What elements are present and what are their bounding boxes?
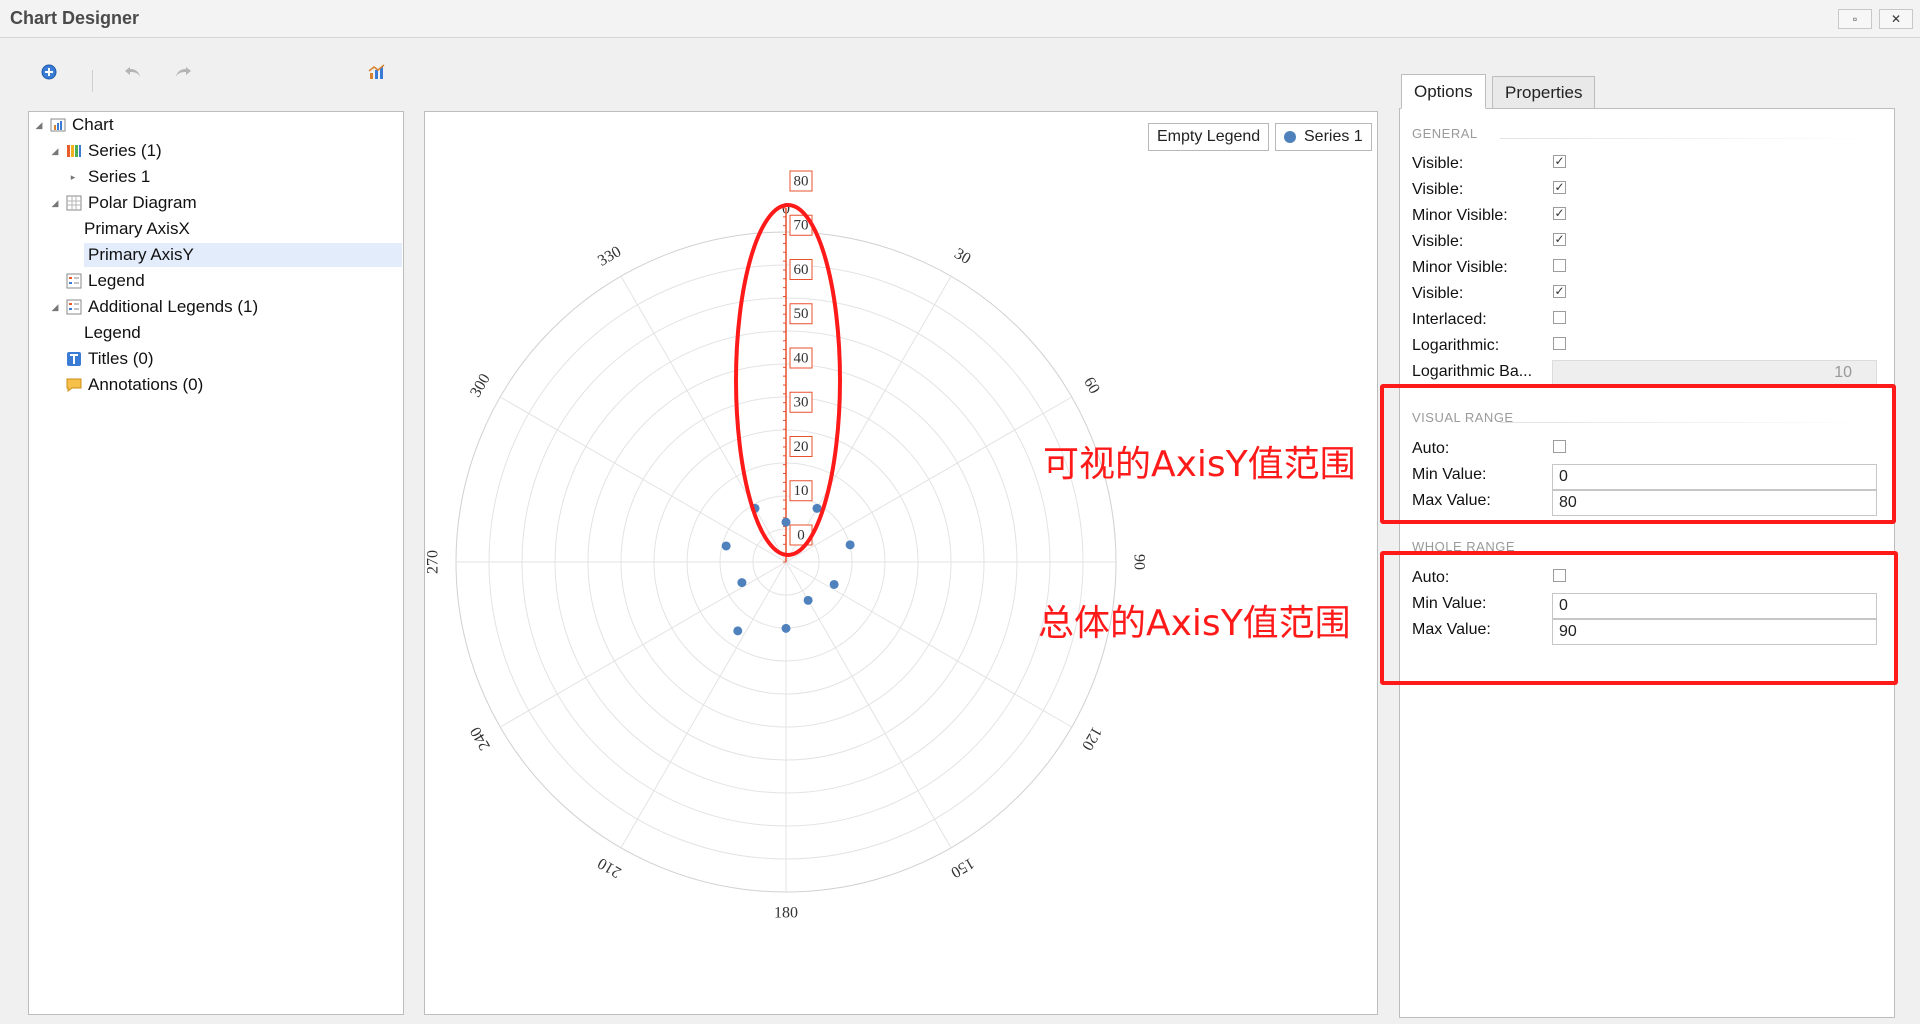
grid-spoke xyxy=(620,561,787,849)
radial-tick-label: 40 xyxy=(794,350,809,366)
minor-visible-checkbox[interactable]: ✓ xyxy=(1553,207,1566,220)
prop-label: Interlaced: xyxy=(1412,311,1487,328)
general-section-header: GENERAL xyxy=(1412,126,1478,138)
angle-tick-label: 240 xyxy=(467,724,494,753)
angle-tick-label: 90 xyxy=(1130,554,1147,570)
data-point xyxy=(845,540,855,550)
data-point xyxy=(781,623,791,633)
whole-range-header: WHOLE RANGE xyxy=(1412,539,1516,551)
visible-checkbox[interactable]: ✓ xyxy=(1553,285,1566,298)
radial-axis-highlight xyxy=(734,203,842,557)
tab-properties[interactable]: Properties xyxy=(1492,76,1596,109)
prop-label: Visible: xyxy=(1412,233,1464,250)
angle-tick-label: 180 xyxy=(774,905,798,922)
grid-spoke xyxy=(785,561,952,849)
data-point xyxy=(812,503,822,513)
prop-label: Logarithmic: xyxy=(1412,337,1500,354)
visual-range-highlight xyxy=(1380,384,1896,524)
radial-tick-label: 0 xyxy=(797,527,805,543)
logarithmic-base-input[interactable]: 10 xyxy=(1552,360,1877,386)
angle-tick-label: 30 xyxy=(951,245,973,268)
data-point xyxy=(733,626,743,636)
prop-label: Minor Visible: xyxy=(1412,207,1508,224)
radial-tick-label: 60 xyxy=(794,262,809,278)
angle-tick-label: 270 xyxy=(425,550,442,574)
radial-tick-label: 70 xyxy=(794,218,809,234)
data-point xyxy=(781,517,791,527)
grid-spoke xyxy=(785,561,1073,728)
angle-tick-label: 60 xyxy=(1080,374,1103,396)
visible-checkbox[interactable]: ✓ xyxy=(1553,181,1566,194)
visible-checkbox[interactable]: ✓ xyxy=(1553,233,1566,246)
visible-checkbox[interactable]: ✓ xyxy=(1553,155,1566,168)
prop-label: Visible: xyxy=(1412,155,1464,172)
data-point xyxy=(829,579,839,589)
data-point xyxy=(737,578,747,588)
prop-label: Minor Visible: xyxy=(1412,259,1508,276)
interlaced-checkbox[interactable] xyxy=(1553,311,1566,324)
angle-tick-label: 150 xyxy=(948,854,977,881)
angle-tick-label: 210 xyxy=(595,854,624,881)
angle-tick-label: 330 xyxy=(595,243,624,270)
visual-range-annotation: 可视的AxisY值范围 xyxy=(1043,444,1356,485)
logarithmic-checkbox[interactable] xyxy=(1553,337,1566,350)
data-point xyxy=(803,595,813,605)
angle-tick-label: 120 xyxy=(1078,724,1105,753)
section-divider xyxy=(1500,138,1880,139)
angle-tick-label: 300 xyxy=(467,371,494,400)
prop-label: Visible: xyxy=(1412,285,1464,302)
radial-tick-label: 50 xyxy=(794,306,809,322)
radial-tick-label: 30 xyxy=(794,395,809,411)
logarithmic-base-label: Logarithmic Ba... xyxy=(1412,363,1533,380)
prop-label: Visible: xyxy=(1412,181,1464,198)
whole-range-annotation: 总体的AxisY值范围 xyxy=(1038,603,1351,644)
radial-tick-label: 20 xyxy=(794,439,809,455)
tab-options[interactable]: Options xyxy=(1401,74,1486,109)
data-point xyxy=(721,541,731,551)
grid-spoke xyxy=(620,275,787,563)
radial-tick-label: 80 xyxy=(794,173,809,189)
radial-tick-label: 10 xyxy=(794,483,809,499)
minor-visible-checkbox[interactable] xyxy=(1553,259,1566,272)
whole-range-highlight xyxy=(1380,551,1898,685)
